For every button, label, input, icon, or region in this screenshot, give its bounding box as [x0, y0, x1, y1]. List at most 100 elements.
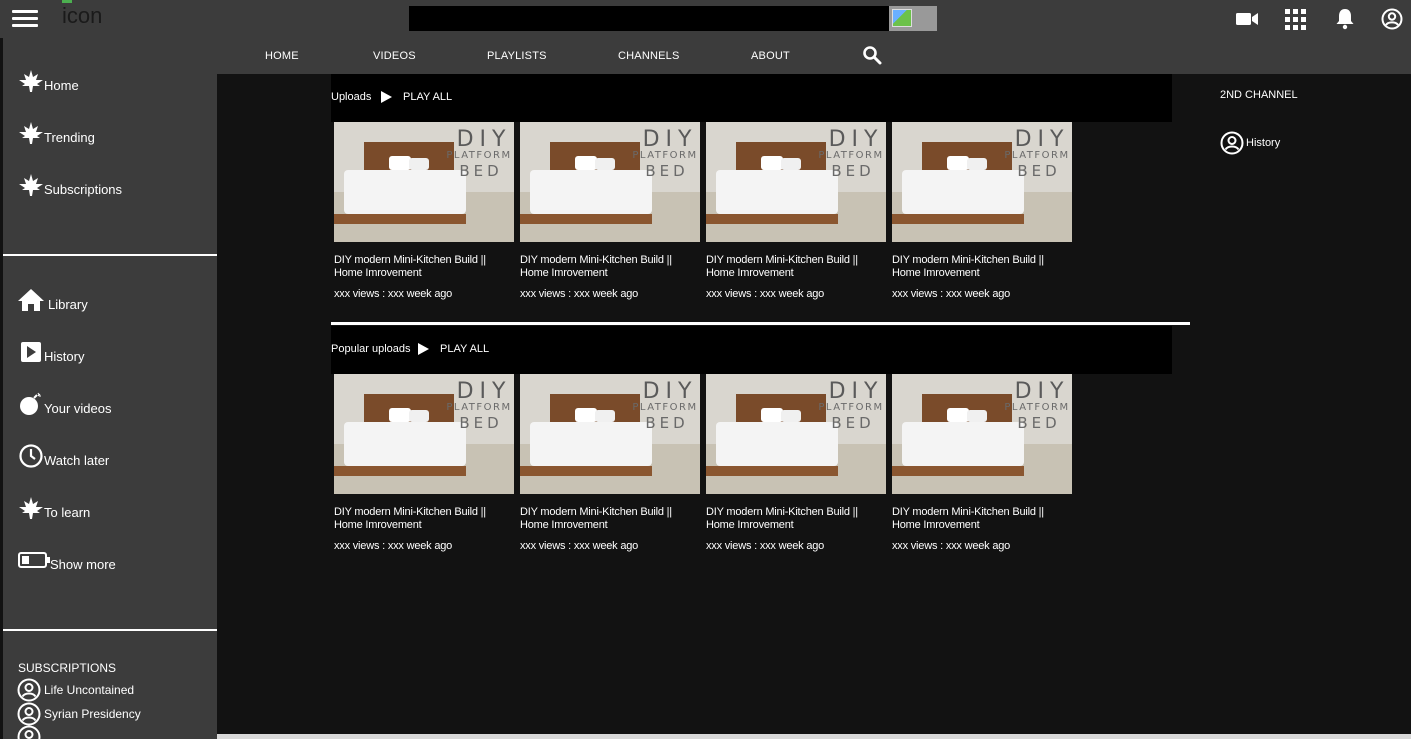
- leaf-icon: [17, 119, 45, 147]
- video-card[interactable]: DIY PLATFORM BED DIY modern Mini-Kitchen…: [520, 374, 700, 564]
- sidebar-item-label: Subscriptions: [44, 182, 123, 197]
- thumbnail-text: DIY: [457, 127, 512, 152]
- play-all-button[interactable]: PLAY ALL: [440, 343, 489, 355]
- video-title[interactable]: DIY modern Mini-Kitchen Build || Home Im…: [520, 506, 698, 532]
- apps-grid-icon[interactable]: [1285, 9, 1306, 30]
- broken-image-icon: [892, 9, 912, 27]
- sidebar-divider: [3, 629, 217, 631]
- sidebar-item-library[interactable]: Library: [17, 284, 88, 314]
- sidebar-item-watch-later[interactable]: Watch later: [17, 440, 109, 470]
- video-meta: xxx views : xxx week ago: [892, 288, 1011, 300]
- video-thumbnail[interactable]: DIY PLATFORM BED: [334, 122, 514, 242]
- sidebar-item-label: Your videos: [44, 401, 112, 416]
- thumbnail-text: PLATFORM: [446, 150, 511, 161]
- thumbnail-text: BED: [1017, 414, 1060, 432]
- sidebar-divider: [3, 254, 217, 256]
- video-card[interactable]: DIY PLATFORM BED DIY modern Mini-Kitchen…: [334, 122, 514, 312]
- search-button[interactable]: [889, 6, 937, 31]
- video-card[interactable]: DIY PLATFORM BED DIY modern Mini-Kitchen…: [520, 122, 700, 312]
- thumbnail-text: PLATFORM: [818, 402, 883, 413]
- sidebar-item-label: To learn: [44, 505, 91, 520]
- video-meta: xxx views : xxx week ago: [706, 540, 825, 552]
- thumbnail-text: BED: [831, 162, 874, 180]
- video-card[interactable]: DIY PLATFORM BED DIY modern Mini-Kitchen…: [892, 374, 1072, 564]
- video-title[interactable]: DIY modern Mini-Kitchen Build || Home Im…: [334, 506, 512, 532]
- thumbnail-text: BED: [1017, 162, 1060, 180]
- battery-icon: [17, 546, 51, 574]
- section-divider: [331, 322, 1190, 325]
- play-icon[interactable]: [380, 91, 392, 103]
- tab-about[interactable]: ABOUT: [751, 50, 790, 62]
- sidebar-item-trending[interactable]: Trending: [17, 117, 95, 147]
- sidebar-item-history[interactable]: History: [17, 336, 84, 366]
- subscriptions-heading: SUBSCRIPTIONS: [18, 661, 117, 675]
- video-title[interactable]: DIY modern Mini-Kitchen Build || Home Im…: [706, 254, 884, 280]
- thumbnail-text: BED: [459, 414, 502, 432]
- video-title[interactable]: DIY modern Mini-Kitchen Build || Home Im…: [892, 254, 1070, 280]
- thumbnail-text: DIY: [457, 379, 512, 404]
- top-bar: icon: [0, 0, 1411, 38]
- video-thumbnail[interactable]: DIY PLATFORM BED: [706, 374, 886, 494]
- thumbnail-text: DIY: [829, 127, 884, 152]
- bell-icon[interactable]: [1335, 8, 1355, 30]
- sidebar-item-subscriptions[interactable]: Subscriptions: [17, 169, 122, 199]
- video-card[interactable]: DIY PLATFORM BED DIY modern Mini-Kitchen…: [334, 374, 514, 564]
- play-icon[interactable]: [417, 343, 429, 355]
- hamburger-menu-icon[interactable]: [12, 7, 38, 31]
- thumbnail-text: DIY: [643, 379, 698, 404]
- search-icon[interactable]: [862, 45, 882, 65]
- account-circle-icon[interactable]: [1381, 8, 1403, 30]
- logo[interactable]: icon: [62, 3, 102, 29]
- sidebar-item-label: Home: [44, 78, 79, 93]
- right-panel-title: 2ND CHANNEL: [1220, 89, 1298, 101]
- leaf-icon: [17, 494, 45, 522]
- search-input[interactable]: [409, 6, 889, 31]
- video-card[interactable]: DIY PLATFORM BED DIY modern Mini-Kitchen…: [892, 122, 1072, 312]
- video-title[interactable]: DIY modern Mini-Kitchen Build || Home Im…: [892, 506, 1070, 532]
- video-thumbnail[interactable]: DIY PLATFORM BED: [892, 122, 1072, 242]
- sidebar-item-home[interactable]: Home: [17, 65, 79, 95]
- sidebar-item-show-more[interactable]: Show more: [17, 544, 116, 574]
- video-card[interactable]: DIY PLATFORM BED DIY modern Mini-Kitchen…: [706, 374, 886, 564]
- video-camera-icon[interactable]: [1235, 10, 1259, 28]
- sidebar-item-to-learn[interactable]: To learn: [17, 492, 90, 522]
- sidebar-item-your-videos[interactable]: Your videos: [17, 388, 111, 418]
- video-meta: xxx views : xxx week ago: [520, 540, 639, 552]
- video-meta: xxx views : xxx week ago: [334, 288, 453, 300]
- thumbnail-text: PLATFORM: [818, 150, 883, 161]
- right-panel-history[interactable]: History: [1220, 131, 1280, 155]
- shelf-header-uploads: Uploads PLAY ALL: [331, 74, 1172, 122]
- subscription-item-partial[interactable]: [17, 725, 41, 739]
- account-circle-icon: [17, 725, 41, 739]
- house-icon: [17, 286, 45, 314]
- tab-home[interactable]: HOME: [265, 50, 299, 62]
- thumbnail-text: PLATFORM: [446, 402, 511, 413]
- subscription-item-syrian-presidency[interactable]: Syrian Presidency: [17, 702, 141, 726]
- tab-channels[interactable]: CHANNELS: [618, 50, 680, 62]
- video-meta: xxx views : xxx week ago: [706, 288, 825, 300]
- video-thumbnail[interactable]: DIY PLATFORM BED: [520, 374, 700, 494]
- subscription-item-life-uncontained[interactable]: Life Uncontained: [17, 678, 134, 702]
- subscription-label: Life Uncontained: [44, 683, 135, 697]
- video-title[interactable]: DIY modern Mini-Kitchen Build || Home Im…: [706, 506, 884, 532]
- shelf-title: Popular uploads: [331, 343, 411, 355]
- leaf-icon: [17, 67, 45, 95]
- video-card[interactable]: DIY PLATFORM BED DIY modern Mini-Kitchen…: [706, 122, 886, 312]
- play-all-button[interactable]: PLAY ALL: [403, 91, 452, 103]
- channel-nav: HOME VIDEOS PLAYLISTS CHANNELS ABOUT: [217, 38, 1411, 74]
- video-title[interactable]: DIY modern Mini-Kitchen Build || Home Im…: [520, 254, 698, 280]
- video-thumbnail[interactable]: DIY PLATFORM BED: [892, 374, 1072, 494]
- tab-videos[interactable]: VIDEOS: [373, 50, 416, 62]
- video-thumbnail[interactable]: DIY PLATFORM BED: [520, 122, 700, 242]
- tab-playlists[interactable]: PLAYLISTS: [487, 50, 547, 62]
- video-thumbnail[interactable]: DIY PLATFORM BED: [706, 122, 886, 242]
- sidebar-item-label: Show more: [50, 557, 116, 572]
- play-square-icon: [17, 338, 45, 366]
- sidebar: Home Trending Subscriptions Library Hist…: [3, 38, 217, 739]
- thumbnail-text: PLATFORM: [1004, 150, 1069, 161]
- shelf-header-popular-uploads: Popular uploads PLAY ALL: [331, 326, 1172, 374]
- video-title[interactable]: DIY modern Mini-Kitchen Build || Home Im…: [334, 254, 512, 280]
- clock-icon: [17, 442, 45, 470]
- video-thumbnail[interactable]: DIY PLATFORM BED: [334, 374, 514, 494]
- horizontal-scrollbar[interactable]: [217, 734, 1411, 739]
